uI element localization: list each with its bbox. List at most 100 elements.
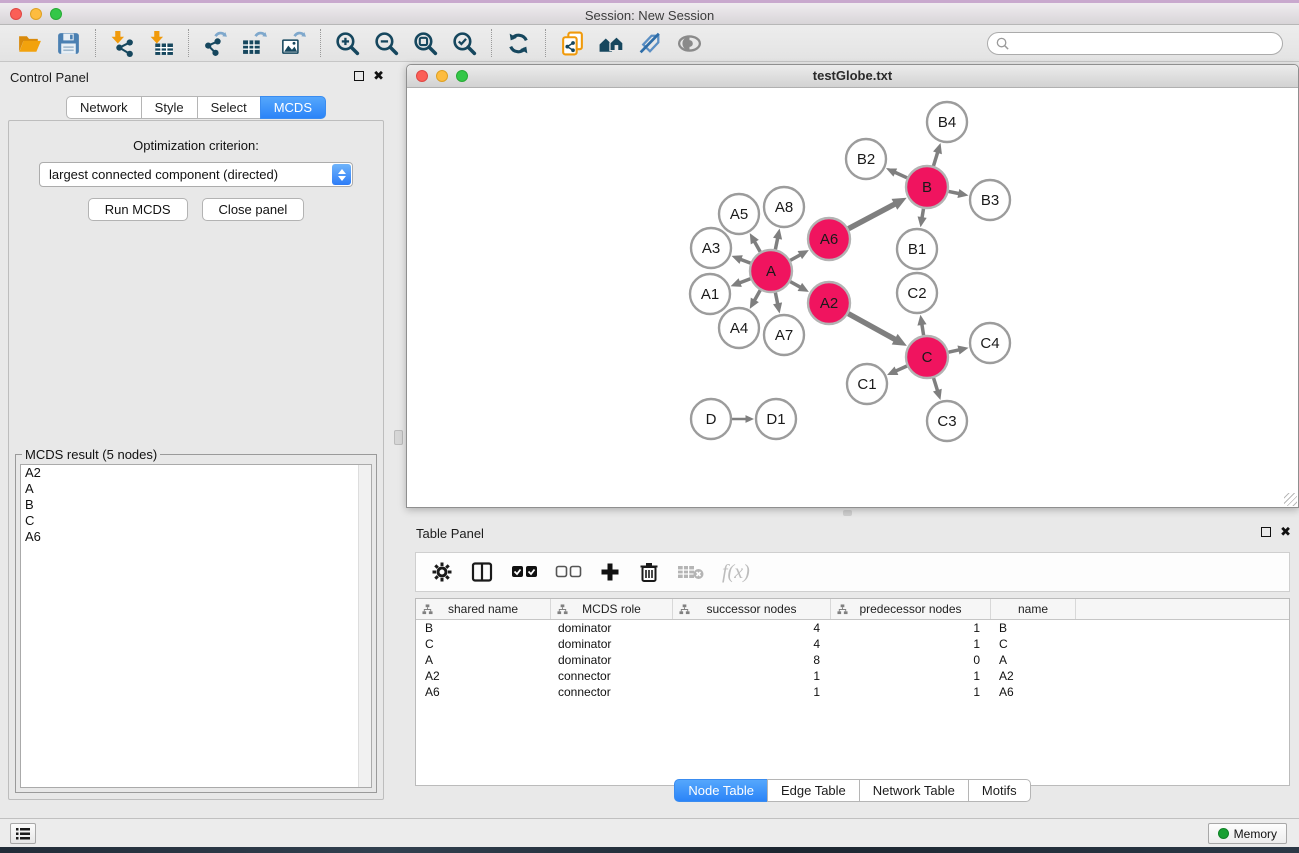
list-item[interactable]: A xyxy=(21,481,371,497)
task-history-button[interactable] xyxy=(10,823,36,844)
table-row[interactable]: A2connector11A2 xyxy=(416,668,1289,684)
zoom-fit-content-button[interactable] xyxy=(406,28,445,59)
network-window-titlebar[interactable]: testGlobe.txt xyxy=(407,65,1298,88)
graph-edge[interactable] xyxy=(934,378,938,392)
table-cell[interactable]: 1 xyxy=(831,621,991,635)
table-cell[interactable]: A xyxy=(416,653,551,667)
close-panel-icon[interactable]: ✖ xyxy=(1280,526,1291,538)
search-field[interactable] xyxy=(987,32,1283,55)
window-resize-grip[interactable] xyxy=(1284,493,1297,506)
table-cell[interactable]: C xyxy=(416,637,551,651)
close-panel-button[interactable]: Close panel xyxy=(202,198,305,221)
export-table-icon xyxy=(241,30,268,57)
float-panel-icon[interactable] xyxy=(1261,527,1271,537)
close-panel-icon[interactable]: ✖ xyxy=(373,70,384,82)
tab-style[interactable]: Style xyxy=(141,96,198,119)
optimization-criterion-select[interactable]: largest connected component (directed) xyxy=(39,162,353,187)
show-column-panel-button[interactable] xyxy=(470,560,494,584)
table-cell[interactable]: A6 xyxy=(416,685,551,699)
table-cell[interactable]: B xyxy=(991,621,1076,635)
divider-grip[interactable] xyxy=(394,430,403,445)
table-cell[interactable]: 4 xyxy=(673,621,831,635)
zoom-in-button[interactable] xyxy=(328,28,367,59)
table-cell[interactable]: 1 xyxy=(673,685,831,699)
table-cell[interactable]: 4 xyxy=(673,637,831,651)
table-cell[interactable]: 0 xyxy=(831,653,991,667)
zoom-selected-button[interactable] xyxy=(445,28,484,59)
network-canvas[interactable]: AA1A2A3A4A5A6A7A8BB1B2B3B4CC1C2C3C4DD1 xyxy=(407,89,1298,507)
memory-button[interactable]: Memory xyxy=(1208,823,1287,844)
table-cell[interactable]: 1 xyxy=(673,669,831,683)
add-column-button[interactable] xyxy=(599,561,621,583)
tab-select[interactable]: Select xyxy=(197,96,261,119)
tab-mcds[interactable]: MCDS xyxy=(260,96,326,119)
export-network-button[interactable] xyxy=(196,28,235,59)
show-all-networks-button[interactable] xyxy=(592,28,631,59)
tab-edge-table[interactable]: Edge Table xyxy=(767,779,860,802)
column-header-shared-name[interactable]: shared name xyxy=(416,599,551,619)
table-cell[interactable]: 1 xyxy=(831,637,991,651)
table-cell[interactable]: dominator xyxy=(551,621,673,635)
column-header-name[interactable]: name xyxy=(991,599,1076,619)
list-icon xyxy=(15,827,31,841)
copy-network-button[interactable] xyxy=(553,28,592,59)
import-table-button[interactable] xyxy=(142,28,181,59)
column-header-mcds-role[interactable]: MCDS role xyxy=(551,599,673,619)
hide-graphics-details-button[interactable] xyxy=(631,28,670,59)
vertical-split-divider[interactable] xyxy=(392,62,406,818)
table-cell[interactable]: A2 xyxy=(991,669,1076,683)
search-input[interactable] xyxy=(1010,34,1282,52)
table-row[interactable]: Cdominator41C xyxy=(416,636,1289,652)
table-cell[interactable]: 1 xyxy=(831,685,991,699)
import-network-button[interactable] xyxy=(103,28,142,59)
export-table-button[interactable] xyxy=(235,28,274,59)
table-cell[interactable]: 8 xyxy=(673,653,831,667)
open-file-button[interactable] xyxy=(10,28,49,59)
list-item[interactable]: C xyxy=(21,513,371,529)
table-cell[interactable]: dominator xyxy=(551,637,673,651)
tab-network[interactable]: Network xyxy=(66,96,142,119)
tab-motifs[interactable]: Motifs xyxy=(968,779,1031,802)
run-mcds-button[interactable]: Run MCDS xyxy=(88,198,188,221)
table-cell[interactable]: connector xyxy=(551,685,673,699)
table-cell[interactable]: 1 xyxy=(831,669,991,683)
list-scrollbar[interactable] xyxy=(358,465,371,787)
table-cell[interactable]: A xyxy=(991,653,1076,667)
deselect-all-button[interactable] xyxy=(555,563,582,581)
function-builder-button[interactable]: f(x) xyxy=(722,561,750,584)
list-item[interactable]: B xyxy=(21,497,371,513)
table-row[interactable]: Adominator80A xyxy=(416,652,1289,668)
horizontal-split-divider[interactable] xyxy=(406,508,1299,518)
table-settings-button[interactable] xyxy=(431,561,453,583)
graph-edge[interactable] xyxy=(933,151,938,166)
table-cell[interactable]: C xyxy=(991,637,1076,651)
export-image-button[interactable] xyxy=(274,28,313,59)
table-cell[interactable]: A2 xyxy=(416,669,551,683)
mcds-result-list[interactable]: A2ABCA6 xyxy=(20,464,372,788)
zoom-out-button[interactable] xyxy=(367,28,406,59)
graph-node-label: A5 xyxy=(730,206,748,223)
table-cell[interactable]: A6 xyxy=(991,685,1076,699)
tab-network-table[interactable]: Network Table xyxy=(859,779,969,802)
table-row[interactable]: Bdominator41B xyxy=(416,620,1289,636)
table-cell[interactable]: B xyxy=(416,621,551,635)
delete-column-button[interactable] xyxy=(638,561,660,583)
show-graphics-details-button[interactable] xyxy=(670,28,709,59)
graph-edge[interactable] xyxy=(848,314,897,341)
divider-grip[interactable] xyxy=(843,510,852,516)
graph-edge[interactable] xyxy=(848,203,896,229)
table-cell[interactable]: dominator xyxy=(551,653,673,667)
list-item[interactable]: A2 xyxy=(21,465,371,481)
save-session-button[interactable] xyxy=(49,28,88,59)
table-row[interactable]: A6connector11A6 xyxy=(416,684,1289,700)
delete-table-button[interactable] xyxy=(677,562,705,582)
tab-node-table[interactable]: Node Table xyxy=(674,779,768,802)
column-header-successor-nodes[interactable]: successor nodes xyxy=(673,599,831,619)
refresh-layout-button[interactable] xyxy=(499,28,538,59)
graph-edge[interactable] xyxy=(893,172,907,178)
list-item[interactable]: A6 xyxy=(21,529,371,545)
select-all-button[interactable] xyxy=(511,563,538,581)
column-header-predecessor-nodes[interactable]: predecessor nodes xyxy=(831,599,991,619)
table-cell[interactable]: connector xyxy=(551,669,673,683)
float-panel-icon[interactable] xyxy=(354,71,364,81)
